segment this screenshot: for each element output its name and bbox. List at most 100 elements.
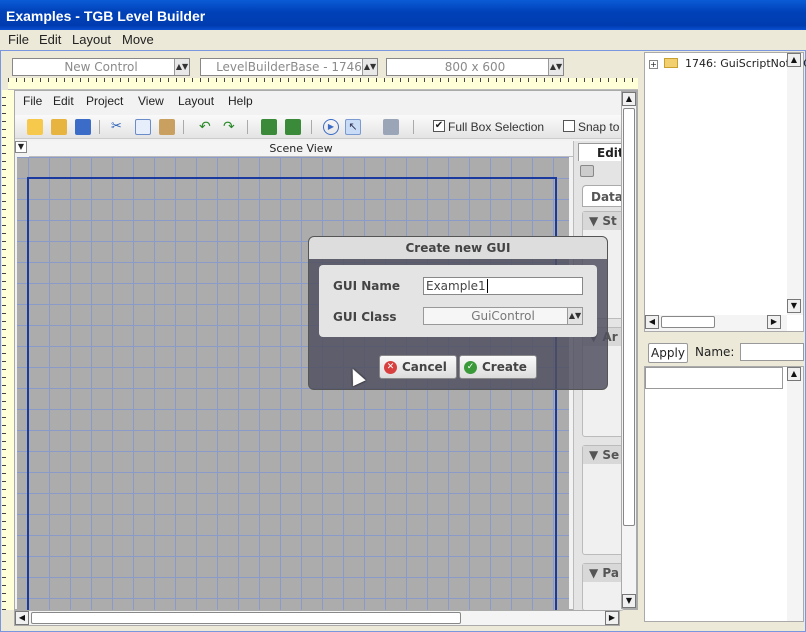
resolution-select[interactable]: 800 x 600 ▲▼ xyxy=(386,58,564,76)
play-icon[interactable]: ▶ xyxy=(323,119,339,135)
dialog-title: Create new GUI xyxy=(309,237,607,259)
resolution-select-value: 800 x 600 xyxy=(444,60,506,74)
object-tree: + 1746: GuiScriptNotifyCtrl ▲ ▼ ◀ ▶ xyxy=(644,52,806,332)
toolbar-separator xyxy=(99,120,100,134)
section-pa-header[interactable]: ▼ Pa xyxy=(583,564,623,582)
chevron-updown-icon: ▲▼ xyxy=(362,59,377,75)
name-input[interactable] xyxy=(740,343,804,361)
scroll-right-icon[interactable]: ▶ xyxy=(767,315,781,329)
triangle-down-icon: ▼ xyxy=(589,566,603,580)
full-box-selection-label: Full Box Selection xyxy=(448,120,545,134)
scroll-up-icon[interactable]: ▲ xyxy=(787,53,801,67)
gui-class-select[interactable]: GuiControl ▲▼ xyxy=(423,307,583,325)
control-select-value: New Control xyxy=(64,60,138,74)
dialog-body: GUI Name Example1 GUI Class GuiControl ▲… xyxy=(319,265,597,337)
expand-icon[interactable]: + xyxy=(649,60,658,69)
layer-down-icon[interactable] xyxy=(285,119,301,135)
chevron-updown-icon: ▲▼ xyxy=(174,59,189,75)
scroll-left-icon[interactable]: ◀ xyxy=(645,315,659,329)
create-button[interactable]: ✓ Create xyxy=(459,355,537,379)
redo-icon[interactable]: ↷ xyxy=(223,119,239,135)
scroll-right-icon[interactable]: ▶ xyxy=(605,611,619,625)
tree-item[interactable]: + 1746: GuiScriptNotifyCtrl xyxy=(649,57,806,70)
section-se-header[interactable]: ▼ Se xyxy=(583,446,623,464)
inner-vertical-scrollbar[interactable]: ▲ ▼ xyxy=(621,91,637,609)
monitor-icon[interactable] xyxy=(383,119,399,135)
triangle-down-icon: ▼ xyxy=(589,214,603,228)
inner-menubar: File Edit Project View Layout Help xyxy=(15,91,623,111)
scroll-up-icon[interactable]: ▲ xyxy=(622,92,636,106)
inner-menu-view[interactable]: View xyxy=(138,94,164,108)
scene-view-header: Scene View xyxy=(29,141,573,157)
chevron-down-icon[interactable]: ▼ xyxy=(15,141,27,153)
scene-horizontal-scrollbar[interactable]: ◀ ▶ xyxy=(14,610,620,626)
inner-menu-project[interactable]: Project xyxy=(86,94,123,108)
menu-file[interactable]: File xyxy=(8,32,29,47)
inner-menu-layout[interactable]: Layout xyxy=(178,94,214,108)
property-vertical-scrollbar[interactable]: ▲ xyxy=(787,367,803,621)
tree-horizontal-scrollbar[interactable]: ◀ ▶ xyxy=(645,315,787,331)
triangle-down-icon: ▼ xyxy=(589,448,603,462)
tab-data[interactable]: Data xyxy=(582,185,624,207)
full-box-selection-checkbox[interactable]: ✔ xyxy=(433,120,445,132)
select-tool-icon[interactable]: ↖ xyxy=(345,119,361,135)
tab-edit-label: Edit xyxy=(597,146,624,160)
tab-data-label: Data xyxy=(591,190,623,204)
tab-edit[interactable]: Edit xyxy=(578,143,624,161)
scroll-down-icon[interactable]: ▼ xyxy=(622,594,636,608)
tree-vertical-scrollbar[interactable]: ▲ ▼ xyxy=(787,53,803,315)
section-se-title: Se xyxy=(602,448,620,462)
window-title-bar: Examples - TGB Level Builder xyxy=(0,0,806,30)
undo-icon[interactable]: ↶ xyxy=(199,119,215,135)
layer-up-icon[interactable] xyxy=(261,119,277,135)
cylinder-icon[interactable] xyxy=(580,165,594,177)
section-st-title: St xyxy=(602,214,617,228)
scroll-left-icon[interactable]: ◀ xyxy=(15,611,29,625)
apply-button[interactable]: Apply xyxy=(648,343,688,363)
scroll-thumb[interactable] xyxy=(623,108,635,526)
new-file-icon[interactable] xyxy=(27,119,43,135)
save-icon[interactable] xyxy=(75,119,91,135)
scroll-down-icon[interactable]: ▼ xyxy=(787,299,801,313)
inner-menu-file[interactable]: File xyxy=(23,94,42,108)
window-title: Examples - TGB Level Builder xyxy=(6,8,206,24)
main-menubar: File Edit Layout Move xyxy=(0,30,806,50)
create-label: Create xyxy=(482,360,527,374)
toolbar-separator xyxy=(183,120,184,134)
cancel-button[interactable]: ✕ Cancel xyxy=(379,355,457,379)
cut-icon[interactable]: ✂ xyxy=(111,119,127,135)
property-input[interactable] xyxy=(645,367,783,389)
gui-name-value: Example1 xyxy=(426,279,486,293)
base-select[interactable]: LevelBuilderBase - 1746 ▲▼ xyxy=(200,58,378,76)
section-se: ▼ Se xyxy=(582,445,624,555)
menu-move[interactable]: Move xyxy=(122,32,154,47)
inner-toolbar: ✂ ↶ ↷ ▶ ↖ ✔ Full Box Selection Snap to xyxy=(15,115,623,139)
scene-view-title: Scene View xyxy=(269,142,333,155)
section-pa-title: Pa xyxy=(602,566,619,580)
folder-icon xyxy=(663,58,678,68)
copy-icon[interactable] xyxy=(135,119,151,135)
paste-icon[interactable] xyxy=(159,119,175,135)
text-caret xyxy=(486,279,488,293)
snap-checkbox[interactable] xyxy=(563,120,575,132)
property-area: ▲ xyxy=(644,366,804,622)
cancel-label: Cancel xyxy=(402,360,447,374)
apply-label: Apply xyxy=(651,346,685,360)
create-gui-dialog: Create new GUI GUI Name Example1 GUI Cla… xyxy=(308,236,608,390)
gui-class-label: GUI Class xyxy=(333,310,397,324)
inner-menu-edit[interactable]: Edit xyxy=(53,94,74,108)
open-folder-icon[interactable] xyxy=(51,119,67,135)
section-st-header[interactable]: ▼ St xyxy=(583,212,623,230)
chevron-updown-icon: ▲▼ xyxy=(567,308,582,324)
inner-menu-help[interactable]: Help xyxy=(228,94,253,108)
name-label: Name: xyxy=(695,345,735,359)
scroll-up-icon[interactable]: ▲ xyxy=(787,367,801,381)
scroll-thumb[interactable] xyxy=(31,612,461,624)
control-select[interactable]: New Control ▲▼ xyxy=(12,58,190,76)
snap-label: Snap to xyxy=(578,120,620,134)
gui-name-input[interactable]: Example1 xyxy=(423,277,583,295)
menu-layout[interactable]: Layout xyxy=(72,32,111,47)
gui-class-value: GuiControl xyxy=(471,309,535,323)
menu-edit[interactable]: Edit xyxy=(39,32,61,47)
scroll-thumb[interactable] xyxy=(661,316,715,328)
